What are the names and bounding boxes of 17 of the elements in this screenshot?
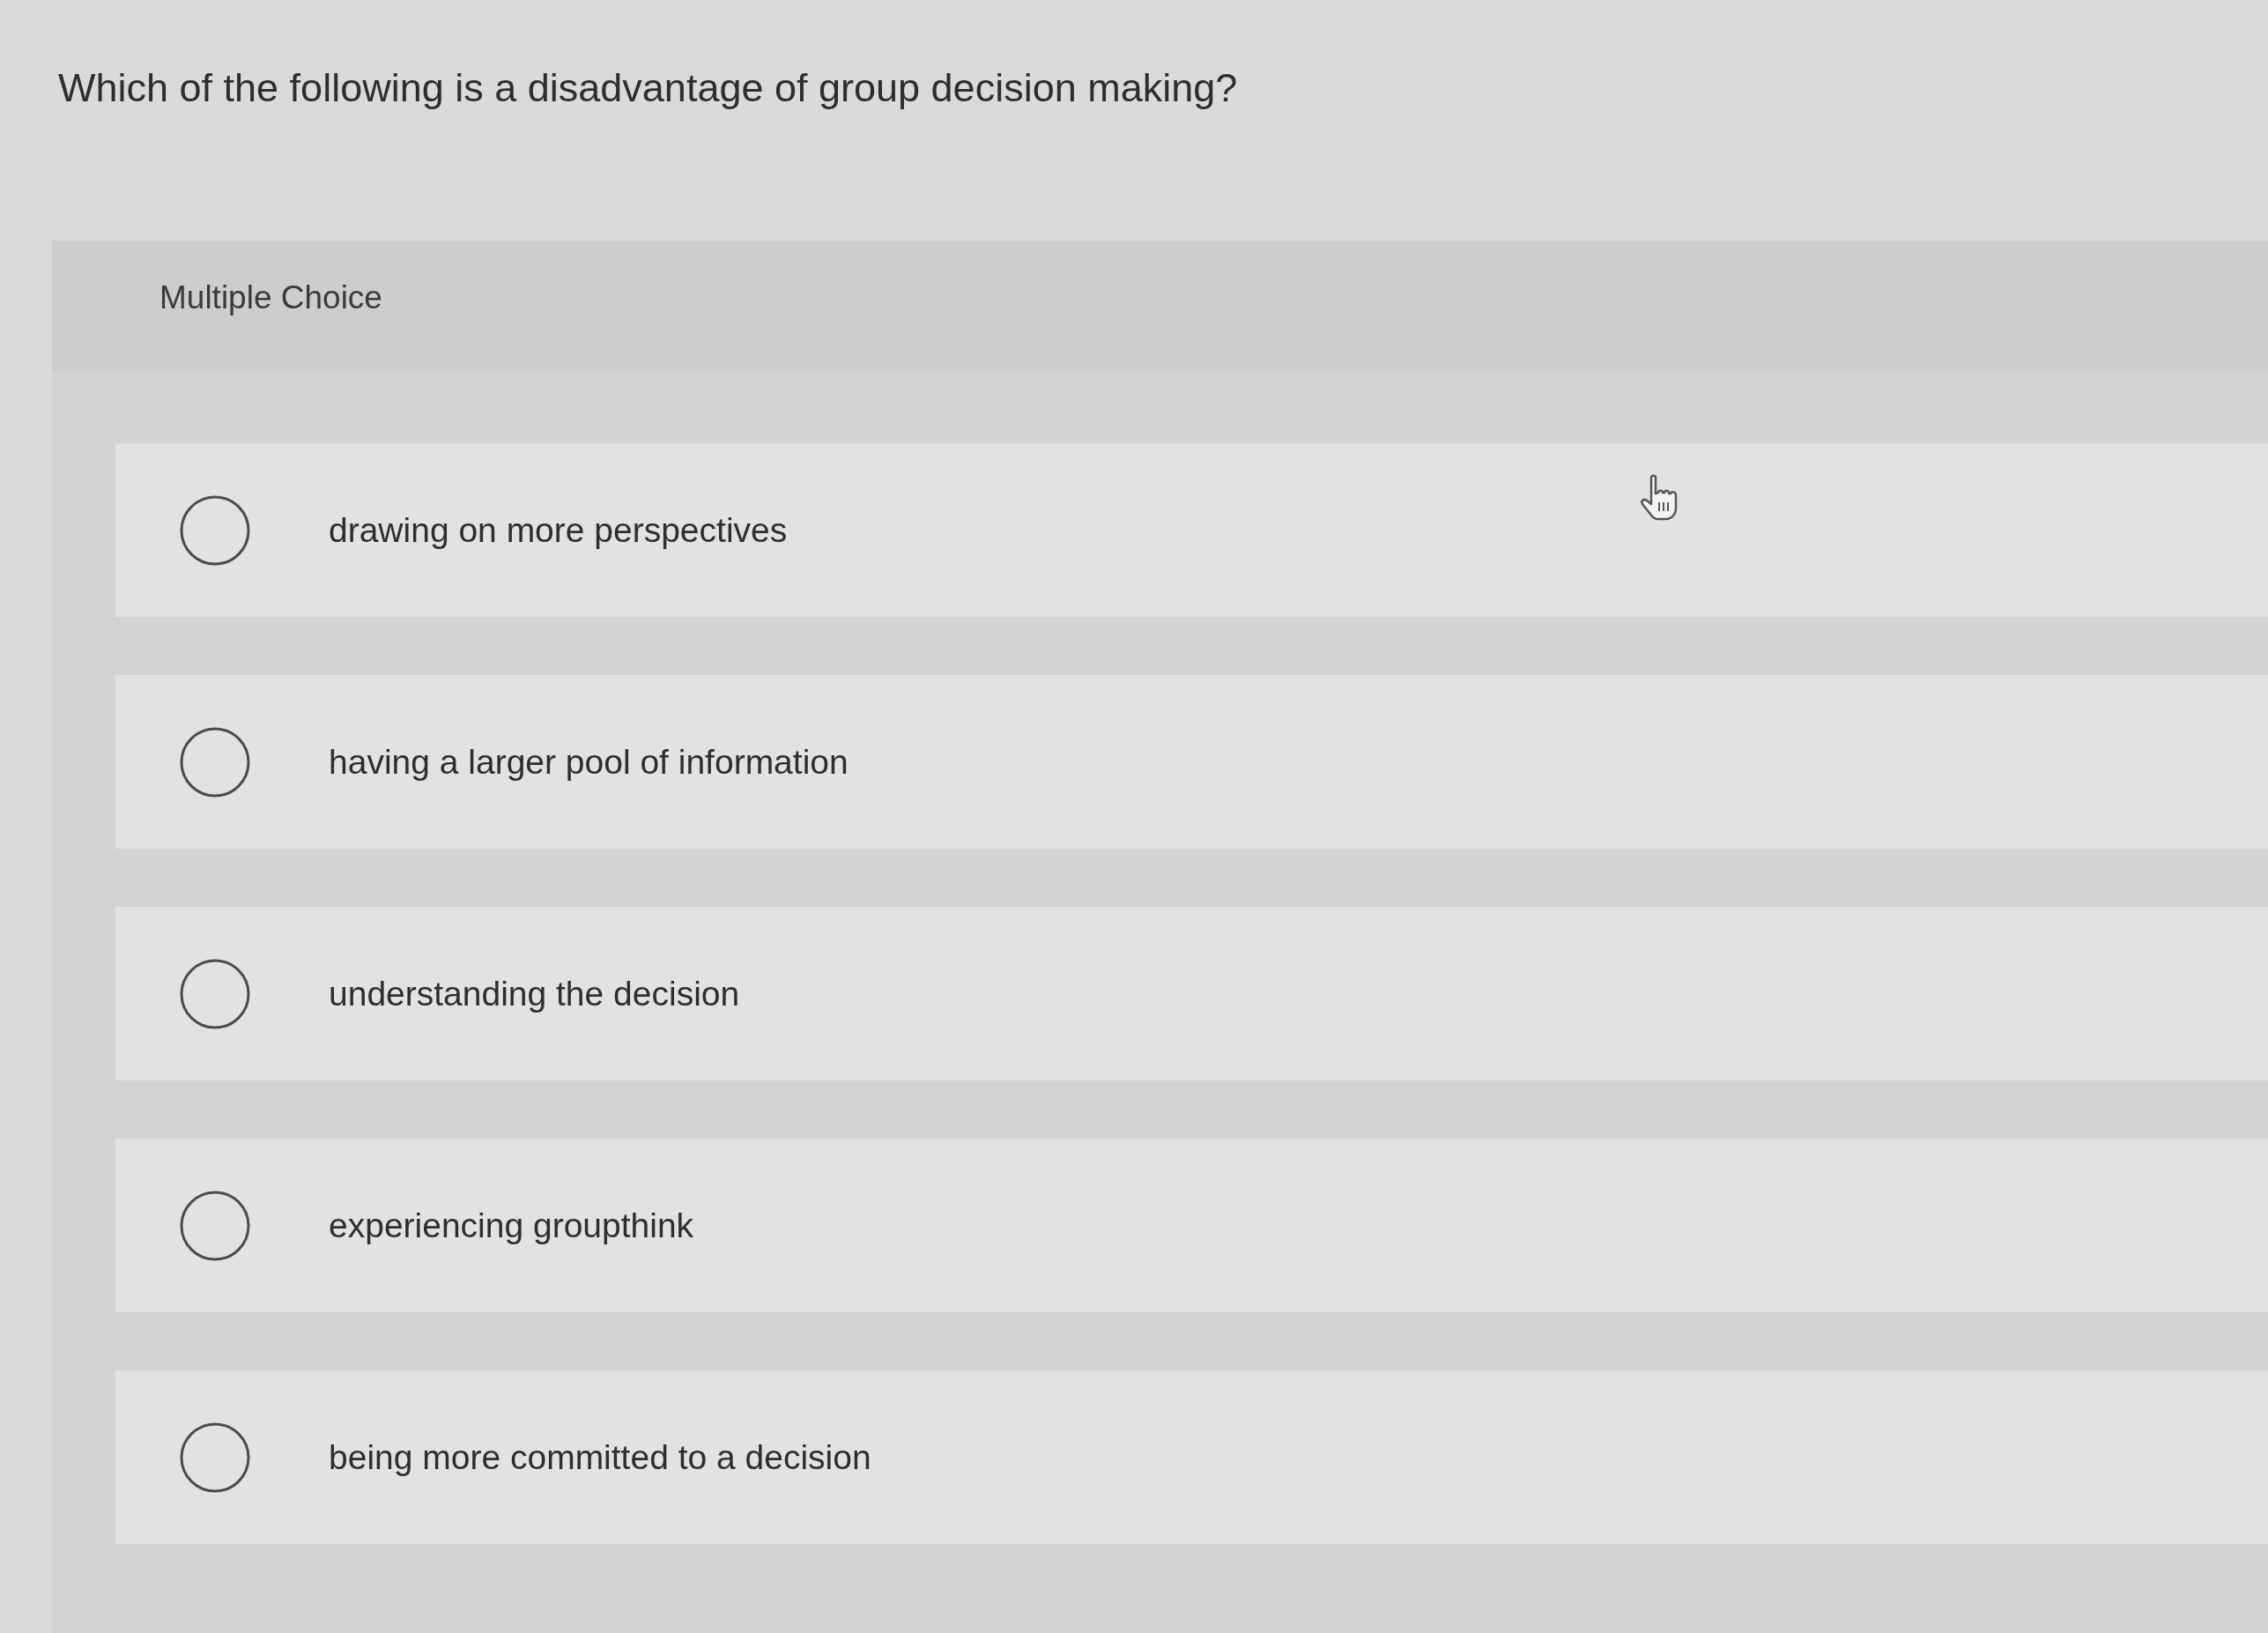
option-label: experiencing groupthink [329,1206,694,1245]
radio-button[interactable] [180,1190,250,1261]
radio-button[interactable] [180,494,250,566]
option-label: being more committed to a decision [329,1437,871,1477]
answer-option[interactable]: understanding the decision [115,907,2268,1080]
radio-button[interactable] [180,1421,250,1493]
answer-option[interactable]: being more committed to a decision [115,1370,2268,1544]
radio-button[interactable] [180,726,250,798]
option-label: having a larger pool of information [329,742,849,782]
answer-option[interactable]: drawing on more perspectives [115,443,2268,617]
option-label: drawing on more perspectives [329,510,788,550]
question-text: Which of the following is a disadvantage of group decision making? [58,64,1238,112]
question-type-label: Multiple Choice [159,279,382,316]
answer-option[interactable]: having a larger pool of information [115,675,2268,849]
answer-option[interactable]: experiencing groupthink [115,1139,2268,1312]
option-label: understanding the decision [329,974,740,1013]
radio-button[interactable] [180,958,250,1029]
